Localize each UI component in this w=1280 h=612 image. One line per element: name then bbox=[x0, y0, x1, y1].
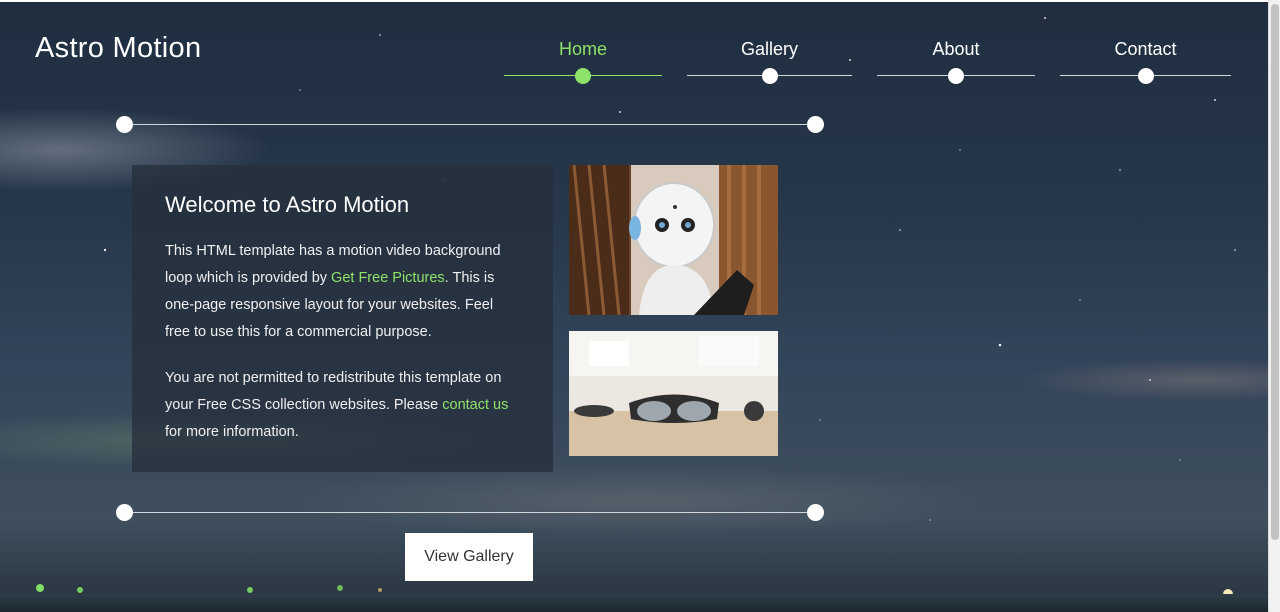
view-gallery-button[interactable]: View Gallery bbox=[405, 533, 533, 581]
vertical-scrollbar[interactable] bbox=[1268, 0, 1280, 612]
divider-dot bbox=[807, 504, 824, 521]
welcome-text: for more information. bbox=[165, 424, 299, 440]
welcome-heading: Welcome to Astro Motion bbox=[165, 192, 410, 217]
divider-line bbox=[124, 512, 816, 513]
nav-dot bbox=[948, 68, 964, 84]
bottom-divider bbox=[116, 504, 824, 522]
nav-item-contact[interactable]: Contact bbox=[1060, 38, 1231, 84]
nav-label-home: Home bbox=[558, 39, 607, 59]
contact-us-link[interactable]: contact us bbox=[442, 397, 508, 413]
divider-line bbox=[124, 124, 816, 125]
horizon bbox=[0, 594, 1268, 612]
top-divider bbox=[116, 116, 824, 134]
nav-dot-active bbox=[575, 68, 591, 84]
divider-dot bbox=[116, 504, 133, 521]
welcome-paragraph-2: You are not permitted to redistribute th… bbox=[165, 365, 520, 446]
nav-label-gallery: Gallery bbox=[740, 39, 798, 59]
get-free-pictures-link[interactable]: Get Free Pictures bbox=[331, 270, 445, 286]
nav-label-about: About bbox=[932, 39, 980, 59]
nav-item-home[interactable]: Home bbox=[504, 38, 662, 84]
ar-glasses-photo bbox=[569, 331, 778, 456]
nav-item-about[interactable]: About bbox=[877, 38, 1035, 84]
welcome-panel: Welcome to Astro Motion This HTML templa… bbox=[132, 165, 553, 472]
welcome-paragraph-1: This HTML template has a motion video ba… bbox=[165, 238, 520, 346]
site-logo-text[interactable]: Astro Motion bbox=[35, 32, 201, 65]
robot-photo bbox=[569, 165, 778, 315]
nav-dot bbox=[1137, 68, 1154, 84]
divider-dot bbox=[807, 116, 824, 133]
window-top-edge bbox=[0, 0, 1280, 2]
divider-dot bbox=[116, 116, 133, 133]
nav-dot bbox=[761, 68, 778, 84]
nav-label-contact: Contact bbox=[1114, 39, 1177, 59]
nav-item-gallery[interactable]: Gallery bbox=[687, 38, 852, 84]
scrollbar-thumb[interactable] bbox=[1271, 4, 1279, 540]
